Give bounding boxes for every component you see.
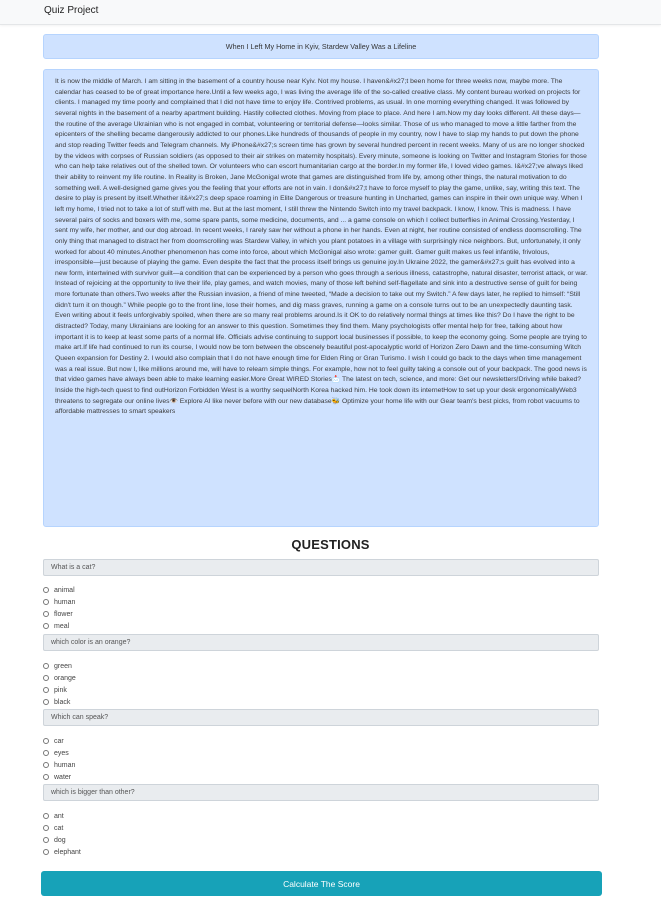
option[interactable]: animal bbox=[43, 584, 343, 596]
radio-button[interactable] bbox=[43, 623, 49, 629]
question-4: which is bigger than other? bbox=[43, 784, 599, 801]
question-2-options: green orange pink black bbox=[43, 660, 343, 708]
option-label: ant bbox=[54, 812, 64, 820]
radio-button[interactable] bbox=[43, 849, 49, 855]
option[interactable]: human bbox=[43, 596, 343, 608]
option[interactable]: cat bbox=[43, 822, 343, 834]
question-3: Which can speak? bbox=[43, 709, 599, 726]
option[interactable]: water bbox=[43, 771, 343, 783]
option-label: cat bbox=[54, 824, 64, 832]
radio-button[interactable] bbox=[43, 687, 49, 693]
option-label: pink bbox=[54, 686, 67, 694]
navbar-brand[interactable]: Quiz Project bbox=[44, 5, 98, 16]
question-1-options: animal human flower meal bbox=[43, 584, 343, 632]
option-label: dog bbox=[54, 836, 66, 844]
option[interactable]: eyes bbox=[43, 747, 343, 759]
option-label: eyes bbox=[54, 749, 69, 757]
radio-button[interactable] bbox=[43, 774, 49, 780]
option-label: human bbox=[54, 761, 76, 769]
option[interactable]: human bbox=[43, 759, 343, 771]
option[interactable]: pink bbox=[43, 684, 343, 696]
question-1: What is a cat? bbox=[43, 559, 599, 576]
option-label: green bbox=[54, 662, 72, 670]
article-body: It is now the middle of March. I am sitt… bbox=[55, 78, 588, 416]
option-label: animal bbox=[54, 586, 75, 594]
option[interactable]: car bbox=[43, 735, 343, 747]
question-3-options: car eyes human water bbox=[43, 735, 343, 783]
option[interactable]: elephant bbox=[43, 846, 343, 858]
option[interactable]: black bbox=[43, 696, 343, 708]
option-label: black bbox=[54, 698, 71, 706]
option[interactable]: green bbox=[43, 660, 343, 672]
radio-button[interactable] bbox=[43, 762, 49, 768]
radio-button[interactable] bbox=[43, 611, 49, 617]
calculate-score-button[interactable]: Calculate The Score bbox=[41, 871, 602, 896]
radio-button[interactable] bbox=[43, 587, 49, 593]
option[interactable]: ant bbox=[43, 810, 343, 822]
questions-heading: QUESTIONS bbox=[291, 537, 370, 552]
navbar: Quiz Project bbox=[0, 0, 661, 25]
option[interactable]: flower bbox=[43, 608, 343, 620]
radio-button[interactable] bbox=[43, 675, 49, 681]
option-label: water bbox=[54, 773, 72, 781]
article-box: It is now the middle of March. I am sitt… bbox=[43, 69, 599, 527]
radio-button[interactable] bbox=[43, 738, 49, 744]
option[interactable]: orange bbox=[43, 672, 343, 684]
radio-button[interactable] bbox=[43, 837, 49, 843]
option[interactable]: meal bbox=[43, 620, 343, 632]
radio-button[interactable] bbox=[43, 599, 49, 605]
question-4-options: ant cat dog elephant bbox=[43, 810, 343, 858]
option-label: orange bbox=[54, 674, 76, 682]
option-label: car bbox=[54, 737, 64, 745]
option-label: flower bbox=[54, 610, 73, 618]
radio-button[interactable] bbox=[43, 813, 49, 819]
radio-button[interactable] bbox=[43, 699, 49, 705]
radio-button[interactable] bbox=[43, 825, 49, 831]
option[interactable]: dog bbox=[43, 834, 343, 846]
question-2: which color is an orange? bbox=[43, 634, 599, 651]
option-label: meal bbox=[54, 622, 70, 630]
article-title: When I Left My Home in Kyiv, Stardew Val… bbox=[43, 34, 599, 59]
option-label: elephant bbox=[54, 848, 81, 856]
radio-button[interactable] bbox=[43, 750, 49, 756]
radio-button[interactable] bbox=[43, 663, 49, 669]
option-label: human bbox=[54, 598, 76, 606]
